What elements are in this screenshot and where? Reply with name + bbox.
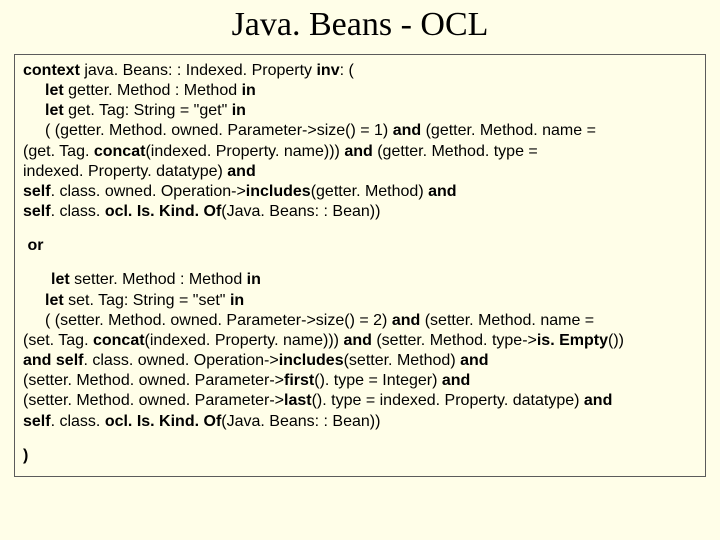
kw-and: and bbox=[393, 122, 421, 139]
kw-in: in bbox=[247, 271, 261, 288]
fn-includes: includes bbox=[246, 183, 311, 200]
slide: Java. Beans - OCL context java. Beans: :… bbox=[0, 0, 720, 540]
kw-inv: inv bbox=[316, 62, 339, 79]
spacer bbox=[23, 256, 697, 270]
kw-let: let bbox=[45, 102, 64, 119]
kw-and: and bbox=[460, 352, 488, 369]
code-line: ( (getter. Method. owned. Parameter->siz… bbox=[23, 121, 697, 141]
code-line-or: or bbox=[23, 236, 697, 256]
kw-in: in bbox=[232, 102, 246, 119]
kw-context: context bbox=[23, 62, 80, 79]
kw-let: let bbox=[45, 82, 64, 99]
fn-concat: concat bbox=[94, 143, 146, 160]
code-line: let getter. Method : Method in bbox=[23, 81, 697, 101]
kw-in: in bbox=[242, 82, 256, 99]
kw-and: and bbox=[428, 183, 456, 200]
code-line: (set. Tag. concat(indexed. Property. nam… bbox=[23, 331, 697, 351]
code-line: and self. class. owned. Operation->inclu… bbox=[23, 351, 697, 371]
kw-and: and bbox=[584, 392, 612, 409]
ocl-code-block: context java. Beans: : Indexed. Property… bbox=[14, 54, 706, 477]
code-line: let get. Tag: String = "get" in bbox=[23, 101, 697, 121]
code-line: (get. Tag. concat(indexed. Property. nam… bbox=[23, 142, 697, 162]
code-line: (setter. Method. owned. Parameter->last(… bbox=[23, 391, 697, 411]
fn-ocliskindof: ocl. Is. Kind. Of bbox=[105, 413, 221, 430]
kw-and: and bbox=[442, 372, 470, 389]
code-line: self. class. owned. Operation->includes(… bbox=[23, 182, 697, 202]
code-line: ( (setter. Method. owned. Parameter->siz… bbox=[23, 311, 697, 331]
code-line: indexed. Property. datatype) and bbox=[23, 162, 697, 182]
fn-includes: includes bbox=[279, 352, 344, 369]
code-line: self. class. ocl. Is. Kind. Of(Java. Bea… bbox=[23, 202, 697, 222]
spacer bbox=[23, 432, 697, 446]
code-line: (setter. Method. owned. Parameter->first… bbox=[23, 371, 697, 391]
code-line: context java. Beans: : Indexed. Property… bbox=[23, 61, 697, 81]
kw-and-self: and self bbox=[23, 352, 83, 369]
kw-and: and bbox=[344, 143, 372, 160]
kw-self: self bbox=[23, 413, 51, 430]
code-line-close: ) bbox=[23, 446, 697, 466]
kw-let: let bbox=[45, 292, 64, 309]
kw-and: and bbox=[343, 332, 371, 349]
fn-last: last bbox=[284, 392, 312, 409]
kw-let: let bbox=[51, 271, 70, 288]
spacer bbox=[23, 222, 697, 236]
slide-title: Java. Beans - OCL bbox=[14, 6, 706, 44]
kw-self: self bbox=[23, 183, 51, 200]
fn-isempty: is. Empty bbox=[537, 332, 608, 349]
fn-concat: concat bbox=[93, 332, 145, 349]
code-line: let set. Tag: String = "set" in bbox=[23, 291, 697, 311]
kw-self: self bbox=[23, 203, 51, 220]
fn-ocliskindof: ocl. Is. Kind. Of bbox=[105, 203, 221, 220]
kw-and: and bbox=[227, 163, 255, 180]
fn-first: first bbox=[284, 372, 314, 389]
kw-and: and bbox=[392, 312, 420, 329]
kw-in: in bbox=[230, 292, 244, 309]
code-line: let setter. Method : Method in bbox=[23, 270, 697, 290]
code-line: self. class. ocl. Is. Kind. Of(Java. Bea… bbox=[23, 412, 697, 432]
kw-or: or bbox=[27, 237, 43, 254]
